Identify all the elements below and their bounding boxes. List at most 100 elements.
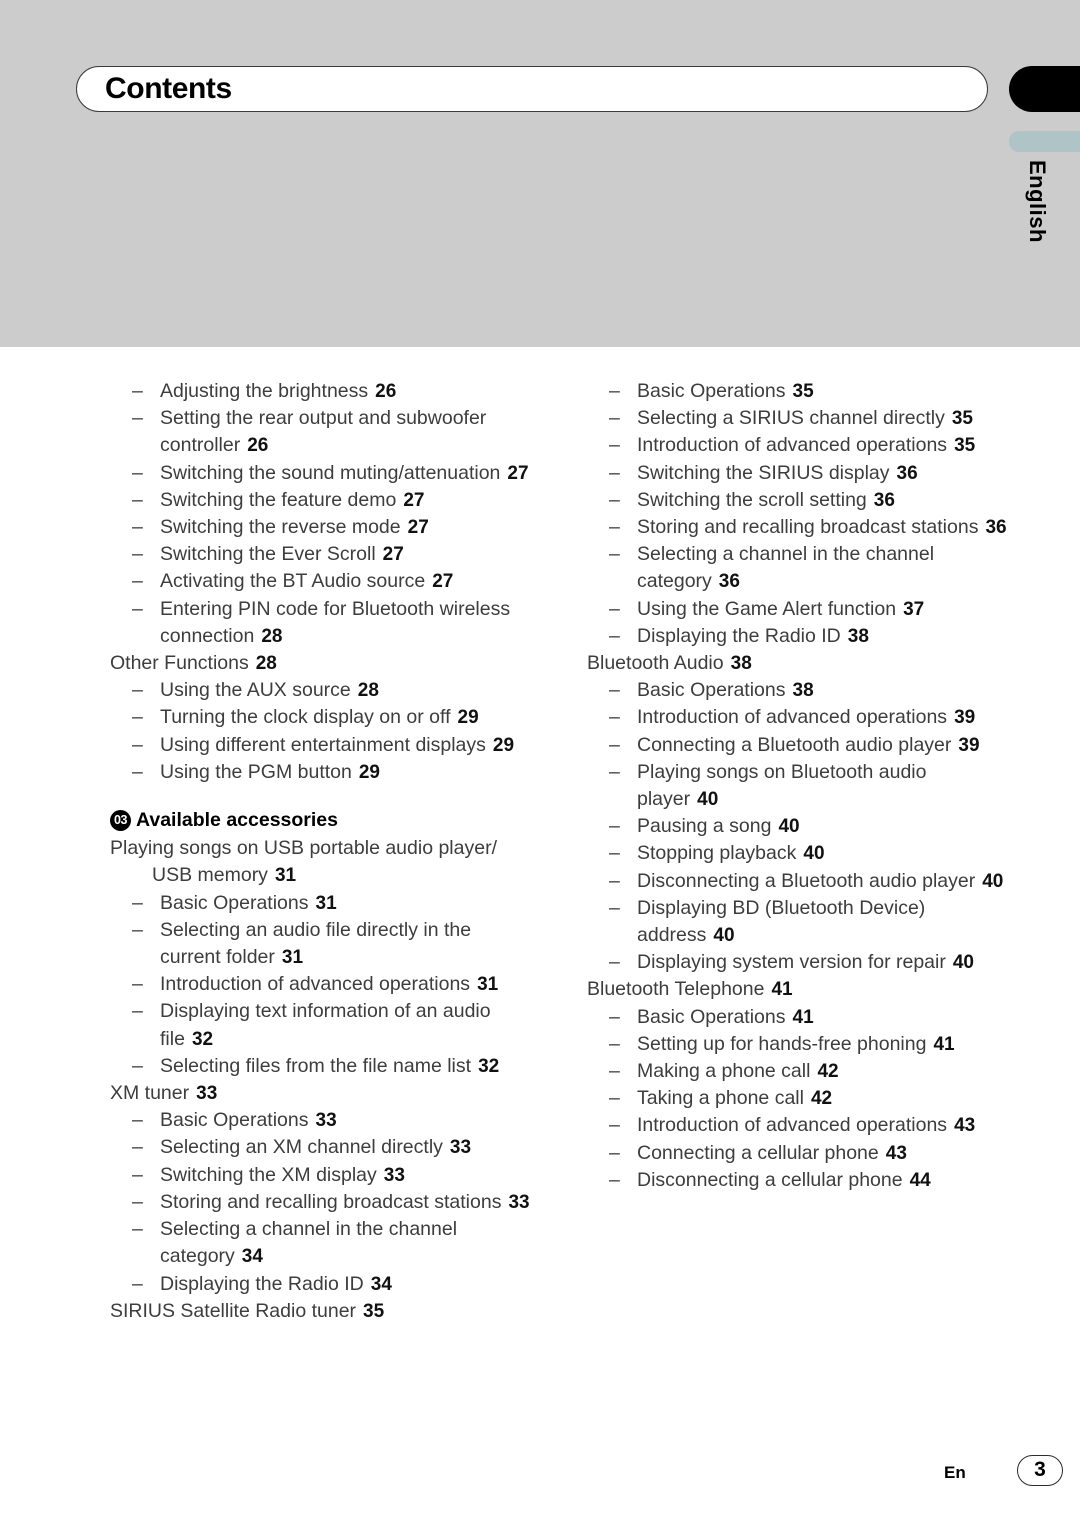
toc-sub-entry[interactable]: – Activating the BT Audio source 27 — [110, 568, 530, 595]
toc-sub-entry[interactable]: – Selecting a channel in the channel cat… — [587, 541, 1007, 595]
toc-page-number: 41 — [792, 1006, 814, 1028]
toc-sub-entry[interactable]: – Disconnecting a cellular phone 44 — [587, 1167, 1007, 1194]
toc-sub-entry[interactable]: – Using different entertainment displays… — [110, 732, 530, 759]
dash-bullet-icon: – — [609, 1168, 626, 1191]
toc-sub-entry[interactable]: – Switching the XM display 33 — [110, 1162, 530, 1189]
toc-sub-entry[interactable]: – Introduction of advanced operations 39 — [587, 704, 1007, 731]
toc-page-number: 39 — [954, 707, 976, 729]
toc-sub-entry[interactable]: – Introduction of advanced operations 43 — [587, 1112, 1007, 1139]
toc-sub-entry[interactable]: – Introduction of advanced operations 35 — [587, 432, 1007, 459]
dash-bullet-icon: – — [132, 891, 149, 914]
toc-sub-entry[interactable]: – Basic Operations 31 — [110, 890, 530, 917]
toc-sub-entry[interactable]: – Switching the Ever Scroll 27 — [110, 541, 530, 568]
dash-bullet-icon: – — [132, 733, 149, 756]
toc-sub-entry[interactable]: – Setting up for hands-free phoning 41 — [587, 1031, 1007, 1058]
toc-sub-entry[interactable]: – Switching the feature demo 27 — [110, 487, 530, 514]
toc-sub-entry[interactable]: – Selecting a SIRIUS channel directly 35 — [587, 405, 1007, 432]
toc-page-number: 43 — [954, 1115, 976, 1137]
toc-entry-label: Using different entertainment displays — [160, 733, 486, 756]
toc-entry-label: Introduction of advanced operations — [637, 434, 948, 457]
toc-sub-entry[interactable]: – Displaying text information of an audi… — [110, 998, 530, 1052]
toc-sub-entry[interactable]: – Connecting a cellular phone 43 — [587, 1140, 1007, 1167]
toc-sub-entry[interactable]: – Using the PGM button 29 — [110, 759, 530, 786]
toc-section-entry[interactable]: SIRIUS Satellite Radio tuner 35 — [110, 1298, 530, 1325]
toc-sub-entry[interactable]: – Basic Operations 38 — [587, 677, 1007, 704]
toc-section-entry[interactable]: Bluetooth Telephone 41 — [587, 976, 1007, 1003]
toc-sub-entry[interactable]: – Making a phone call 42 — [587, 1058, 1007, 1085]
toc-sub-entry[interactable]: – Entering PIN code for Bluetooth wirele… — [110, 596, 530, 650]
toc-sub-entry[interactable]: – Storing and recalling broadcast statio… — [587, 514, 1007, 541]
dash-bullet-icon: – — [132, 706, 149, 729]
toc-entry-label: Pausing a song — [637, 815, 772, 838]
toc-entry-label: Disconnecting a Bluetooth audio player — [637, 869, 976, 892]
toc-sub-entry[interactable]: – Taking a phone call 42 — [587, 1085, 1007, 1112]
chapter-tab-marker — [1009, 66, 1080, 112]
toc-entry-label: XM tuner — [110, 1082, 190, 1105]
toc-entry-label: Connecting a Bluetooth audio player — [637, 733, 952, 756]
toc-entry-label: Basic Operations — [160, 891, 309, 914]
toc-sub-entry[interactable]: – Displaying the Radio ID 38 — [587, 623, 1007, 650]
dash-bullet-icon: – — [609, 624, 626, 647]
toc-sub-entry[interactable]: – Setting the rear output and subwoofer … — [110, 405, 530, 459]
dash-bullet-icon: – — [609, 760, 626, 783]
toc-entry-label: Bluetooth Telephone — [587, 978, 765, 1001]
toc-entry-label: SIRIUS Satellite Radio tuner — [110, 1299, 357, 1322]
toc-sub-entry[interactable]: – Selecting files from the file name lis… — [110, 1053, 530, 1080]
toc-page-number: 39 — [958, 734, 980, 756]
toc-sub-entry[interactable]: – Basic Operations 35 — [587, 378, 1007, 405]
dash-bullet-icon: – — [609, 1114, 626, 1137]
toc-page-number: 40 — [952, 952, 974, 974]
toc-section-entry[interactable]: Bluetooth Audio 38 — [587, 650, 1007, 677]
toc-section-entry[interactable]: Other Functions 28 — [110, 650, 530, 677]
toc-sub-entry[interactable]: – Adjusting the brightness 26 — [110, 378, 530, 405]
toc-sub-entry[interactable]: – Displaying BD (Bluetooth Device) addre… — [587, 895, 1007, 949]
toc-entry-label: Playing songs on Bluetooth audio player — [637, 760, 927, 811]
toc-sub-entry[interactable]: – Displaying system version for repair 40 — [587, 949, 1007, 976]
toc-section-entry[interactable]: Playing songs on USB portable audio play… — [110, 835, 530, 889]
toc-sub-entry[interactable]: – Switching the sound muting/attenuation… — [110, 460, 530, 487]
toc-page-number: 33 — [196, 1083, 218, 1105]
toc-sub-entry[interactable]: – Stopping playback 40 — [587, 840, 1007, 867]
toc-page-number: 36 — [896, 462, 918, 484]
toc-sub-entry[interactable]: – Connecting a Bluetooth audio player 39 — [587, 732, 1007, 759]
toc-page-number: 28 — [357, 680, 379, 702]
dash-bullet-icon: – — [609, 407, 626, 430]
toc-sub-entry[interactable]: – Selecting a channel in the channel cat… — [110, 1216, 530, 1270]
dash-bullet-icon: – — [609, 488, 626, 511]
toc-page-number: 36 — [985, 517, 1007, 539]
toc-page-number: 40 — [778, 816, 800, 838]
toc-entry-label: Disconnecting a cellular phone — [637, 1168, 903, 1191]
toc-entry-label: Switching the reverse mode — [160, 516, 401, 539]
toc-sub-entry[interactable]: – Selecting an audio file directly in th… — [110, 917, 530, 971]
toc-sub-entry[interactable]: – Switching the SIRIUS display 36 — [587, 460, 1007, 487]
toc-sub-entry[interactable]: – Playing songs on Bluetooth audio playe… — [587, 759, 1007, 813]
dash-bullet-icon: – — [132, 380, 149, 402]
toc-entry-label: Using the Game Alert function — [637, 597, 897, 620]
dash-bullet-icon: – — [609, 1087, 626, 1110]
toc-chapter-heading: 03 Available accessories — [110, 807, 530, 834]
toc-sub-entry[interactable]: – Displaying the Radio ID 34 — [110, 1271, 530, 1298]
toc-entry-label: Stopping playback — [637, 842, 797, 865]
chapter-title: Available accessories — [136, 809, 338, 832]
toc-page-number: 42 — [810, 1088, 833, 1110]
toc-sub-entry[interactable]: – Storing and recalling broadcast statio… — [110, 1189, 530, 1216]
toc-entry-label: Switching the SIRIUS display — [637, 461, 890, 484]
toc-sub-entry[interactable]: – Disconnecting a Bluetooth audio player… — [587, 868, 1007, 895]
toc-sub-entry[interactable]: – Using the Game Alert function 37 — [587, 596, 1007, 623]
toc-sub-entry[interactable]: – Basic Operations 33 — [110, 1107, 530, 1134]
toc-entry-label: Introduction of advanced operations — [637, 706, 948, 729]
dash-bullet-icon: – — [609, 679, 626, 702]
toc-sub-entry[interactable]: – Basic Operations 41 — [587, 1004, 1007, 1031]
toc-sub-entry[interactable]: – Selecting an XM channel directly 33 — [110, 1134, 530, 1161]
dash-bullet-icon: – — [132, 918, 149, 941]
toc-sub-entry[interactable]: – Switching the scroll setting 36 — [587, 487, 1007, 514]
toc-sub-entry[interactable]: – Pausing a song 40 — [587, 813, 1007, 840]
toc-sub-entry[interactable]: – Using the AUX source 28 — [110, 677, 530, 704]
toc-page-number: 27 — [432, 571, 454, 593]
toc-sub-entry[interactable]: – Switching the reverse mode 27 — [110, 514, 530, 541]
toc-page-number: 33 — [449, 1137, 472, 1159]
toc-section-entry[interactable]: XM tuner 33 — [110, 1080, 530, 1107]
toc-page-number: 38 — [847, 625, 869, 647]
toc-sub-entry[interactable]: – Introduction of advanced operations 31 — [110, 971, 530, 998]
toc-sub-entry[interactable]: – Turning the clock display on or off 29 — [110, 704, 530, 731]
